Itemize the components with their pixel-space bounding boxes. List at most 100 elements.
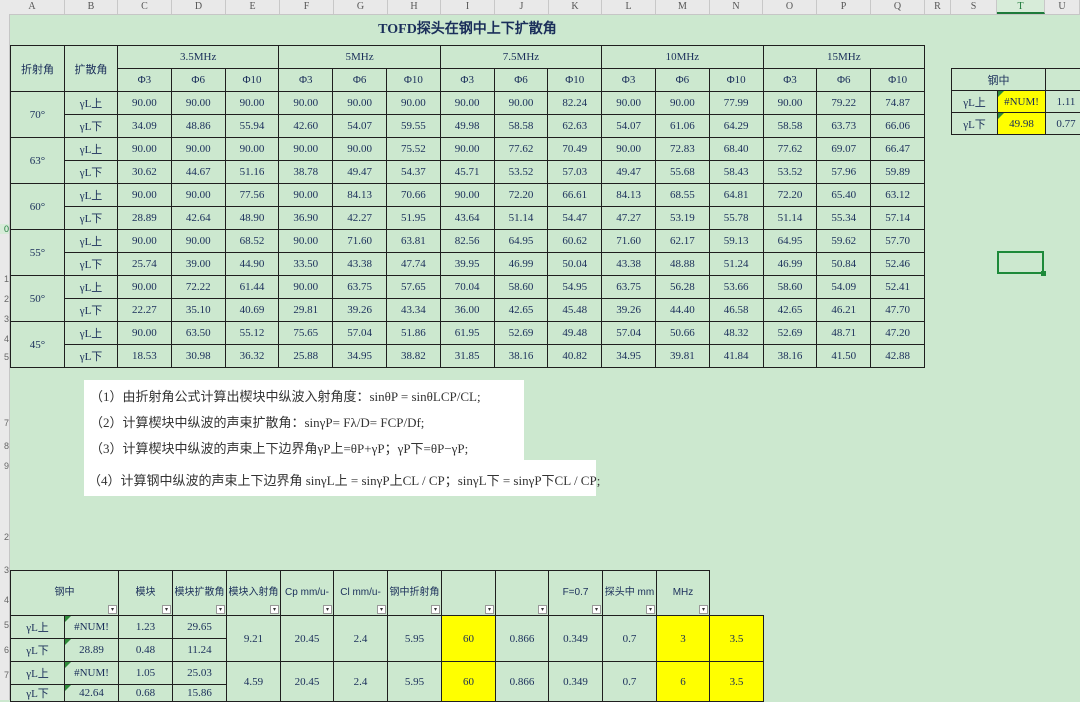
calc-row-label[interactable]: γL下 xyxy=(11,685,65,702)
column-header-u[interactable]: U xyxy=(1045,0,1080,14)
data-cell[interactable]: 25.74 xyxy=(118,253,172,276)
data-cell[interactable]: 46.99 xyxy=(494,253,548,276)
data-cell[interactable]: 51.14 xyxy=(494,207,548,230)
row-header[interactable]: 5 xyxy=(0,352,9,362)
data-cell[interactable]: 72.22 xyxy=(171,276,225,299)
data-cell[interactable]: 54.07 xyxy=(333,115,387,138)
data-cell[interactable]: 64.95 xyxy=(763,230,817,253)
data-cell[interactable]: 30.98 xyxy=(171,345,225,368)
data-cell[interactable]: 75.65 xyxy=(279,322,333,345)
calc-wedge-angle[interactable]: 15.86 xyxy=(173,685,227,702)
data-cell[interactable]: 45.71 xyxy=(440,161,494,184)
data-cell[interactable]: 54.37 xyxy=(386,161,440,184)
data-cell[interactable]: 58.60 xyxy=(763,276,817,299)
calc-sin-value[interactable]: 0.349 xyxy=(549,662,603,702)
calc-ratio[interactable]: 1.23 xyxy=(119,616,173,639)
header-frequency[interactable]: 3.5MHz xyxy=(118,46,279,69)
data-cell[interactable]: 33.50 xyxy=(279,253,333,276)
data-cell[interactable]: 72.83 xyxy=(655,138,709,161)
data-cell[interactable]: 90.00 xyxy=(279,184,333,207)
data-cell[interactable]: 41.50 xyxy=(817,345,871,368)
data-cell[interactable]: 90.00 xyxy=(440,138,494,161)
row-header[interactable]: 0 xyxy=(0,224,9,234)
row-header[interactable]: 2 xyxy=(0,294,9,304)
data-cell[interactable]: 77.62 xyxy=(763,138,817,161)
data-cell[interactable]: 59.13 xyxy=(709,230,763,253)
row-label-lower[interactable]: γL下 xyxy=(65,115,118,138)
column-header-r[interactable]: R xyxy=(925,0,951,14)
calc-cl[interactable]: 5.95 xyxy=(388,662,442,702)
column-header-c[interactable]: C xyxy=(118,0,172,14)
row-header[interactable]: 7 xyxy=(0,418,9,428)
data-cell[interactable]: 71.60 xyxy=(333,230,387,253)
data-cell[interactable]: 63.75 xyxy=(333,276,387,299)
data-cell[interactable]: 90.00 xyxy=(118,276,172,299)
data-cell[interactable]: 53.52 xyxy=(494,161,548,184)
data-cell[interactable]: 59.55 xyxy=(386,115,440,138)
header-diameter[interactable]: Φ3 xyxy=(763,69,817,92)
header-diameter[interactable]: Φ10 xyxy=(225,69,279,92)
data-cell[interactable]: 77.99 xyxy=(709,92,763,115)
header-diameter[interactable]: Φ10 xyxy=(871,69,925,92)
data-cell[interactable]: 84.13 xyxy=(333,184,387,207)
data-cell[interactable]: 44.67 xyxy=(171,161,225,184)
column-header-t[interactable]: T xyxy=(997,0,1045,14)
calc-probe-diameter[interactable]: 3 xyxy=(657,616,710,662)
calc-sin-value[interactable]: 0.866 xyxy=(496,662,549,702)
calc-steel-value[interactable]: #NUM! xyxy=(65,616,119,639)
refraction-angle-label[interactable]: 60° xyxy=(11,184,65,230)
data-cell[interactable]: 54.95 xyxy=(548,276,602,299)
data-cell[interactable]: 47.20 xyxy=(871,322,925,345)
data-cell[interactable]: 55.12 xyxy=(225,322,279,345)
data-cell[interactable]: 39.00 xyxy=(171,253,225,276)
data-cell[interactable]: 50.84 xyxy=(817,253,871,276)
data-cell[interactable]: 52.69 xyxy=(763,322,817,345)
data-cell[interactable]: 90.00 xyxy=(171,92,225,115)
column-header-i[interactable]: I xyxy=(441,0,495,14)
header-diameter[interactable]: Φ6 xyxy=(817,69,871,92)
data-cell[interactable]: 90.00 xyxy=(279,138,333,161)
header-diameter[interactable]: Φ6 xyxy=(494,69,548,92)
header-wedge-spread[interactable]: 模块扩散角▾ xyxy=(173,571,227,616)
selected-cell[interactable] xyxy=(997,251,1044,274)
calc-f-value[interactable]: 0.7 xyxy=(603,662,657,702)
side-header-empty[interactable] xyxy=(1046,69,1080,91)
side-value[interactable]: #NUM! xyxy=(998,91,1046,113)
column-header-f[interactable]: F xyxy=(280,0,334,14)
header-cp[interactable]: Cp mm/u-▾ xyxy=(281,571,334,616)
row-label-lower[interactable]: γL下 xyxy=(65,161,118,184)
data-cell[interactable]: 58.60 xyxy=(494,276,548,299)
data-cell[interactable]: 58.43 xyxy=(709,161,763,184)
data-cell[interactable]: 34.95 xyxy=(602,345,656,368)
data-cell[interactable]: 90.00 xyxy=(655,92,709,115)
data-cell[interactable]: 53.52 xyxy=(763,161,817,184)
calc-wedge-angle[interactable]: 25.03 xyxy=(173,662,227,685)
data-cell[interactable]: 58.58 xyxy=(763,115,817,138)
calc-cl[interactable]: 5.95 xyxy=(388,616,442,662)
calc-steel-value[interactable]: #NUM! xyxy=(65,662,119,685)
header-diameter[interactable]: Φ10 xyxy=(386,69,440,92)
calc-wedge-angle[interactable]: 11.24 xyxy=(173,639,227,662)
data-cell[interactable]: 90.00 xyxy=(118,138,172,161)
refraction-angle-label[interactable]: 45° xyxy=(11,322,65,368)
row-header[interactable]: 3 xyxy=(0,565,9,575)
header-wedge-incident[interactable]: 模块入射角▾ xyxy=(227,571,281,616)
data-cell[interactable]: 39.26 xyxy=(333,299,387,322)
data-cell[interactable]: 70.04 xyxy=(440,276,494,299)
data-cell[interactable]: 77.56 xyxy=(225,184,279,207)
data-cell[interactable]: 90.00 xyxy=(171,184,225,207)
header-diameter[interactable]: Φ3 xyxy=(279,69,333,92)
data-cell[interactable]: 57.03 xyxy=(548,161,602,184)
header-diameter[interactable]: Φ10 xyxy=(709,69,763,92)
data-cell[interactable]: 82.24 xyxy=(548,92,602,115)
column-header-q[interactable]: Q xyxy=(871,0,925,14)
data-cell[interactable]: 90.00 xyxy=(602,92,656,115)
column-header-d[interactable]: D xyxy=(172,0,226,14)
side-row-label[interactable]: γL下 xyxy=(952,113,998,135)
data-cell[interactable]: 79.22 xyxy=(817,92,871,115)
data-cell[interactable]: 64.81 xyxy=(709,184,763,207)
data-cell[interactable]: 59.89 xyxy=(871,161,925,184)
row-header[interactable]: 8 xyxy=(0,441,9,451)
data-cell[interactable]: 51.14 xyxy=(763,207,817,230)
row-label-upper[interactable]: γL上 xyxy=(65,138,118,161)
